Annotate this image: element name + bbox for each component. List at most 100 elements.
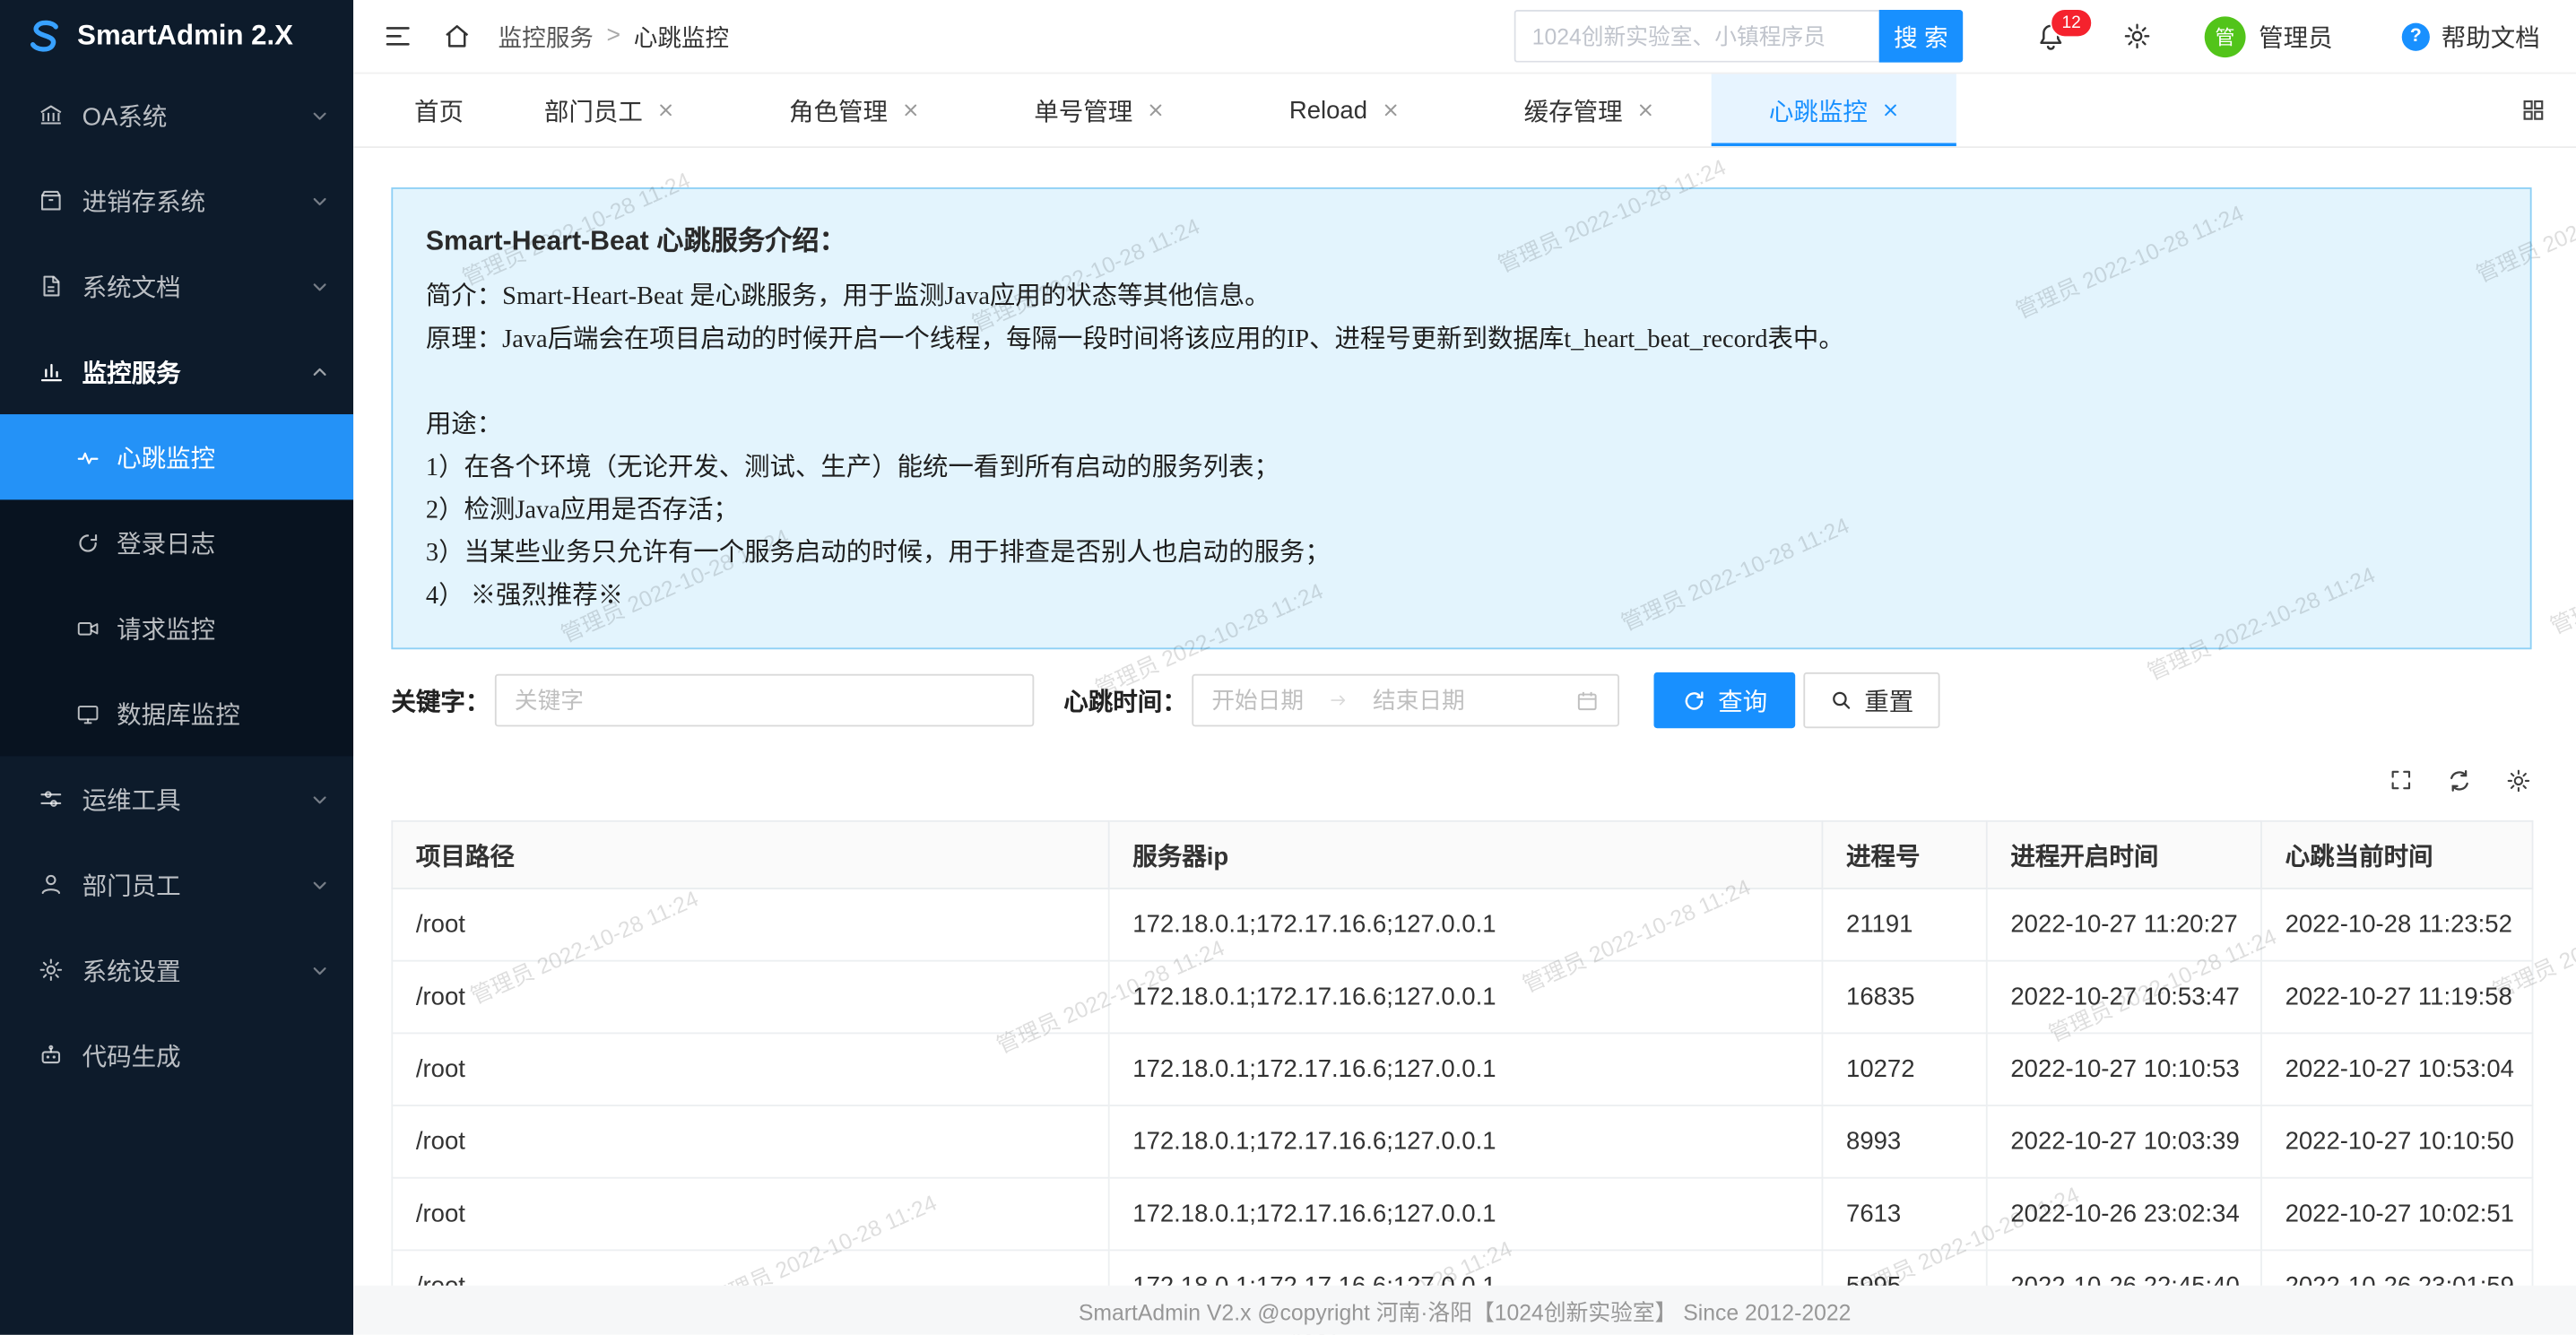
table-cell: 10272: [1822, 1033, 1986, 1105]
watermark: 管理员 2022-10-28 11:24: [2544, 510, 2576, 640]
table-cell: 2022-10-27 10:53:04: [2261, 1033, 2533, 1105]
breadcrumb: 监控服务 > 心跳监控: [499, 19, 730, 54]
reset-button[interactable]: 重置: [1803, 672, 1939, 728]
footer-text: SmartAdmin V2.x @copyright 河南·洛阳【1024创新实…: [1079, 1294, 1852, 1327]
intro-line: 1）在各个环境（无论开发、测试、生产）能统一看到所有启动的服务列表；: [426, 447, 2497, 490]
bank-icon: [38, 102, 64, 128]
chevron-down-icon: [311, 790, 329, 808]
sidebar: SmartAdmin 2.X OA系统 进销存系统 系统文档 监控服务 心跳监控: [0, 0, 353, 1335]
table-header-cell: 服务器ip: [1109, 821, 1823, 889]
table-cell: /root: [392, 1033, 1108, 1105]
table-cell: 2022-10-27 10:03:39: [1987, 1105, 2261, 1178]
collapse-sidebar-icon[interactable]: [383, 22, 412, 51]
close-icon[interactable]: [1383, 102, 1399, 118]
table-cell: 7613: [1822, 1178, 1986, 1251]
table-cell: 2022-10-26 23:02:34: [1987, 1178, 2261, 1251]
table-cell: 2022-10-27 10:02:51: [2261, 1178, 2533, 1251]
sidebar-item-label: 系统设置: [82, 953, 311, 988]
close-icon[interactable]: [657, 102, 673, 118]
intro-panel: Smart-Heart-Beat 心跳服务介绍： 简介：Smart-Heart-…: [391, 187, 2531, 649]
search-button[interactable]: 搜 索: [1879, 10, 1964, 63]
refresh-icon[interactable]: [2446, 767, 2472, 793]
sidebar-item-ops-tools[interactable]: 运维工具: [0, 756, 353, 841]
sidebar-item-label: 系统文档: [82, 269, 311, 304]
top-header: 监控服务 > 心跳监控 搜 索 12 管 管理员 ? 帮助文档: [353, 0, 2576, 74]
tab-serial-manage[interactable]: 单号管理: [976, 74, 1221, 147]
sidebar-item-inventory[interactable]: 进销存系统: [0, 158, 353, 243]
bar-chart-icon: [38, 359, 64, 385]
gear-icon[interactable]: [2122, 22, 2152, 51]
help-label: 帮助文档: [2442, 19, 2540, 54]
document-icon: [38, 273, 64, 299]
tab-label: 缓存管理: [1524, 93, 1623, 128]
intro-line: [426, 361, 2497, 404]
date-end-placeholder: 结束日期: [1373, 684, 1465, 717]
tab-dept-staff[interactable]: 部门员工: [487, 74, 732, 147]
sidebar-submenu-monitoring: 心跳监控 登录日志 请求监控 数据库监控: [0, 414, 353, 756]
user-name: 管理员: [2259, 19, 2333, 54]
table-cell: 2022-10-27 11:19:58: [2261, 961, 2533, 1034]
sidebar-item-settings[interactable]: 系统设置: [0, 927, 353, 1012]
tab-role-manage[interactable]: 角色管理: [732, 74, 976, 147]
table-settings-gear-icon[interactable]: [2505, 767, 2531, 793]
app-root: SmartAdmin 2.X OA系统 进销存系统 系统文档 监控服务 心跳监控: [0, 0, 2576, 1335]
sidebar-item-request-monitor[interactable]: 请求监控: [0, 585, 353, 671]
search-icon: [1830, 689, 1853, 712]
notifications[interactable]: 12: [2035, 21, 2067, 52]
tab-label: 角色管理: [789, 93, 888, 128]
sidebar-item-staff[interactable]: 部门员工: [0, 842, 353, 927]
intro-line: 3）当某些业务只允许有一个服务启动的时候，用于排查是否别人也启动的服务；: [426, 533, 2497, 576]
intro-title: Smart-Heart-Beat 心跳服务介绍：: [426, 219, 2497, 258]
close-icon[interactable]: [1148, 102, 1164, 118]
home-icon[interactable]: [442, 22, 472, 51]
close-icon[interactable]: [1637, 102, 1653, 118]
breadcrumb-root[interactable]: 监控服务: [499, 19, 594, 54]
table-cell: 16835: [1822, 961, 1986, 1034]
tabs-overview-icon[interactable]: [2520, 74, 2546, 147]
sidebar-item-label: 进销存系统: [82, 183, 311, 218]
intro-line: 4） ※强烈推荐※: [426, 576, 2497, 619]
date-range-picker[interactable]: 开始日期 结束日期: [1192, 674, 1619, 727]
search-input[interactable]: [1514, 10, 1879, 63]
help-docs-link[interactable]: ? 帮助文档: [2402, 19, 2540, 54]
sidebar-item-oa[interactable]: OA系统: [0, 73, 353, 158]
sidebar-item-heartbeat[interactable]: 心跳监控: [0, 414, 353, 499]
keyword-label: 关键字：: [391, 683, 490, 718]
sidebar-item-label: 运维工具: [82, 782, 311, 817]
fullscreen-icon[interactable]: [2389, 767, 2414, 793]
close-icon[interactable]: [903, 102, 919, 118]
tab-heartbeat-monitor[interactable]: 心跳监控: [1712, 74, 1956, 147]
sidebar-item-monitoring[interactable]: 监控服务: [0, 329, 353, 414]
sidebar-item-db-monitor[interactable]: 数据库监控: [0, 671, 353, 756]
sliders-icon: [38, 785, 64, 811]
sidebar-item-login-log[interactable]: 登录日志: [0, 499, 353, 585]
keyword-input[interactable]: [495, 674, 1034, 727]
table-cell: 2022-10-27 10:10:53: [1987, 1033, 2261, 1105]
close-icon[interactable]: [1882, 102, 1898, 118]
chevron-down-icon: [311, 875, 329, 893]
global-search: 搜 索: [1514, 10, 1964, 63]
sidebar-item-label: 请求监控: [117, 611, 215, 646]
tab-reload[interactable]: Reload: [1221, 74, 1466, 147]
sidebar-item-docs[interactable]: 系统文档: [0, 243, 353, 328]
user-menu[interactable]: 管 管理员: [2205, 15, 2333, 56]
table-header-cell: 进程开启时间: [1987, 821, 2261, 889]
sidebar-item-codegen[interactable]: 代码生成: [0, 1012, 353, 1097]
robot-icon: [38, 1042, 64, 1068]
query-label: 查询: [1718, 683, 1767, 718]
table-row: /root 172.18.0.1;172.17.16.6;127.0.0.1 7…: [392, 1178, 2532, 1251]
table-header-cell: 项目路径: [392, 821, 1108, 889]
chevron-up-icon: [311, 362, 329, 380]
table-cell: 21191: [1822, 889, 1986, 961]
reload-icon: [1682, 688, 1707, 713]
tab-cache-manage[interactable]: 缓存管理: [1466, 74, 1711, 147]
app-title: SmartAdmin 2.X: [77, 20, 293, 53]
query-button[interactable]: 查询: [1654, 672, 1796, 728]
page-tabs: 首页 部门员工 角色管理 单号管理 Reload 缓存管理: [353, 74, 2576, 149]
history-icon: [75, 530, 100, 555]
monitor-screen-icon: [75, 701, 100, 726]
tab-home[interactable]: 首页: [391, 74, 486, 147]
date-start-placeholder: 开始日期: [1211, 684, 1304, 717]
table-cell: 2022-10-28 11:23:52: [2261, 889, 2533, 961]
sidebar-item-label: OA系统: [82, 98, 311, 133]
